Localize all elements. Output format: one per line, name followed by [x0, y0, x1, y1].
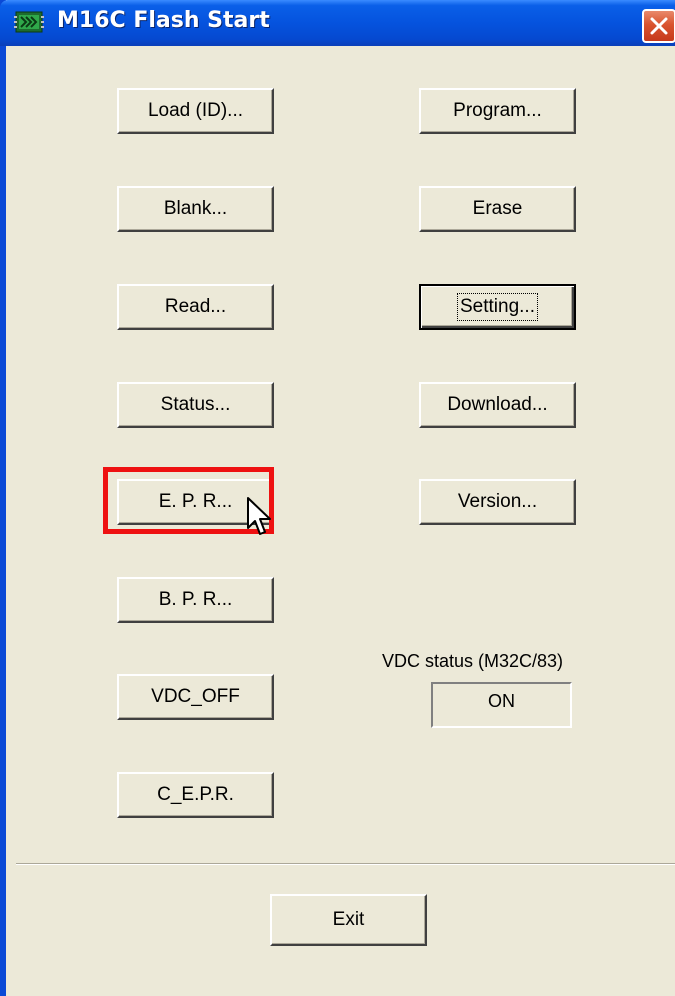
download-label: Download... — [447, 394, 548, 415]
blank-button[interactable]: Blank... — [117, 186, 274, 232]
title-bar[interactable]: M16C Flash Start — [0, 0, 675, 46]
close-button[interactable] — [642, 9, 675, 43]
cepr-button[interactable]: C_E.P.R. — [117, 772, 274, 818]
vdc-off-button[interactable]: VDC_OFF — [117, 674, 274, 720]
read-button[interactable]: Read... — [117, 284, 274, 330]
separator-line — [16, 863, 675, 865]
version-label: Version... — [457, 491, 538, 512]
cepr-label: C_E.P.R. — [157, 784, 234, 805]
exit-button[interactable]: Exit — [270, 894, 427, 946]
bpr-label: B. P. R... — [158, 589, 233, 610]
window-title: M16C Flash Start — [57, 8, 270, 33]
exit-label: Exit — [332, 909, 365, 930]
status-button[interactable]: Status... — [117, 382, 274, 428]
load-id-label: Load (ID)... — [147, 100, 244, 121]
vdc-status-label: VDC status (M32C/83) — [382, 651, 564, 671]
erase-label: Erase — [472, 198, 523, 219]
vdc-status-text: ON — [488, 691, 515, 711]
flash-start-window: M16C Flash Start Load (ID)... Blank... R… — [0, 0, 675, 996]
status-label: Status... — [160, 394, 231, 415]
vdc-status-value: ON — [431, 682, 572, 728]
program-label: Program... — [453, 100, 542, 121]
version-button[interactable]: Version... — [419, 479, 576, 525]
program-button[interactable]: Program... — [419, 88, 576, 134]
download-button[interactable]: Download... — [419, 382, 576, 428]
setting-button[interactable]: Setting... — [419, 284, 576, 330]
app-chip-icon — [14, 8, 46, 36]
mouse-pointer-icon — [246, 496, 274, 542]
erase-button[interactable]: Erase — [419, 186, 576, 232]
blank-label: Blank... — [163, 198, 228, 219]
vdc-off-label: VDC_OFF — [151, 686, 240, 707]
read-label: Read... — [164, 296, 227, 317]
setting-label: Setting... — [457, 293, 538, 321]
load-id-button[interactable]: Load (ID)... — [117, 88, 274, 134]
bpr-button[interactable]: B. P. R... — [117, 577, 274, 623]
